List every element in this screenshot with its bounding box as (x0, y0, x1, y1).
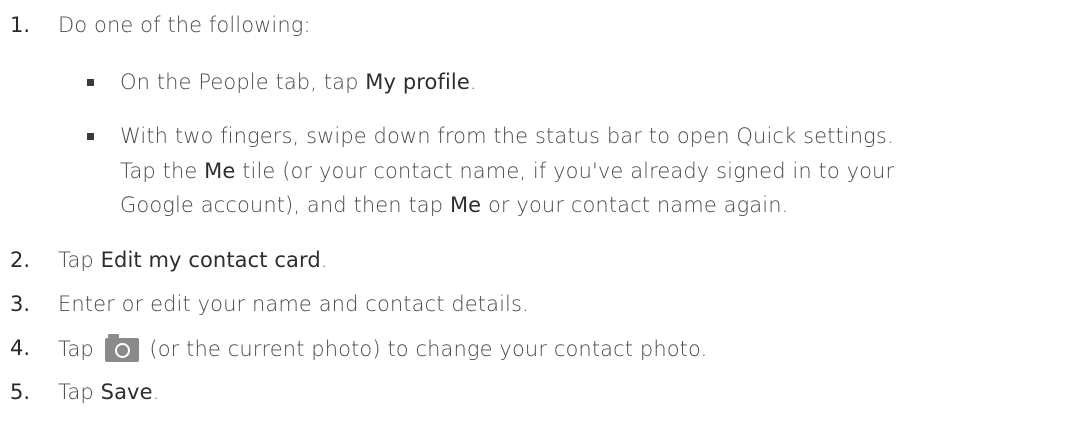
step-2-pre: Tap (58, 248, 101, 272)
me-label: Me (449, 193, 482, 217)
step-2-text: Tap Edit my contact card. (58, 246, 328, 274)
me-tile-label: Me (204, 159, 236, 183)
step-1-number: 1. (10, 13, 31, 37)
step-3-number: 3. (10, 292, 31, 316)
step-4-post: (or the current photo) to change your co… (142, 337, 708, 361)
step-3-text: Enter or edit your name and contact deta… (58, 292, 529, 316)
step-4-text: Tap (or the current photo) to change you… (58, 334, 707, 363)
step-2-number: 2. (10, 248, 31, 272)
bullet-marker (87, 133, 94, 140)
step-1-text: Do one of the following: (58, 13, 311, 37)
bullet-1-text: On the People tab, tap My profile. (120, 68, 477, 96)
step-2-post: . (320, 248, 328, 272)
my-profile-label: My profile (365, 70, 470, 94)
step-5-pre: Tap (58, 380, 101, 404)
bullet-1-pre: On the People tab, tap (120, 70, 366, 94)
step-4-pre: Tap (58, 337, 101, 361)
instruction-document: 1. Do one of the following: On the Peopl… (0, 0, 1089, 421)
step-5-post: . (152, 380, 160, 404)
step-5-number: 5. (10, 380, 31, 404)
bullet-2-line-1: With two fingers, swipe down from the st… (120, 124, 894, 148)
bullet-2-line-2-post: tile (or your contact name, if you've al… (235, 159, 895, 183)
save-label: Save (100, 380, 153, 404)
step-5-text: Tap Save. (58, 378, 159, 406)
bullet-2-line-2: Tap the Me tile (or your contact name, i… (120, 157, 894, 185)
bullet-2-line-2-pre: Tap the (120, 159, 205, 183)
bullet-2-line-3-pre: Google account), and then tap (120, 193, 450, 217)
bullet-marker (87, 79, 94, 86)
bullet-2-line-3-post: or your contact name again. (481, 193, 789, 217)
camera-icon (104, 334, 139, 362)
bullet-2-line-3: Google account), and then tap Me or your… (120, 191, 788, 219)
step-4-number: 4. (10, 336, 31, 360)
bullet-1-post: . (469, 70, 477, 94)
edit-my-contact-card-label: Edit my contact card (100, 248, 321, 272)
